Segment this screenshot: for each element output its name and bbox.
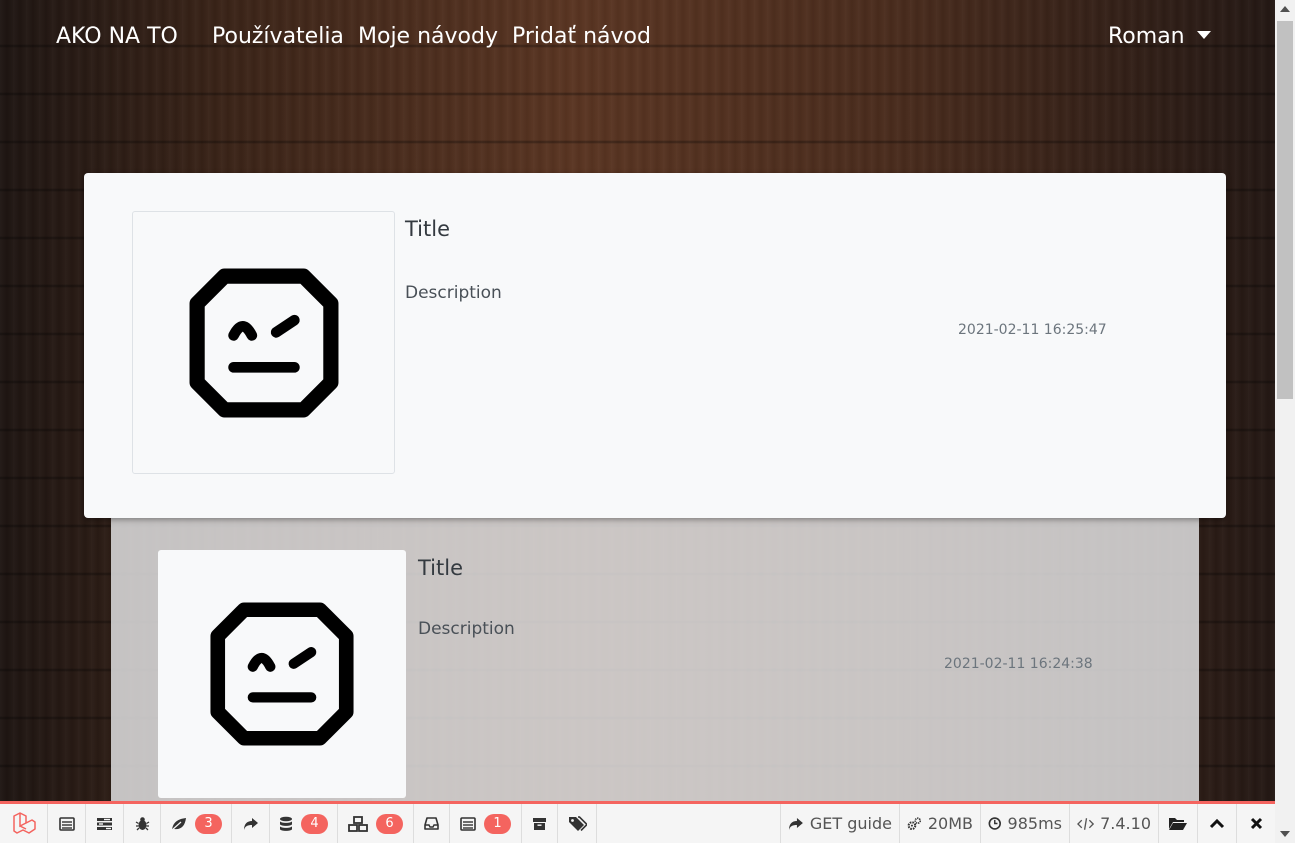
debugbar-route[interactable]: GET guide [780, 804, 899, 843]
robot-face-icon [189, 268, 338, 417]
debugbar-tab-route[interactable] [232, 804, 270, 843]
scrollbar-thumb[interactable] [1277, 21, 1293, 399]
route-label: GET guide [809, 814, 892, 833]
models-count-badge: 6 [376, 813, 403, 834]
queries-count-badge: 4 [301, 813, 328, 834]
debugbar-tab-session[interactable] [522, 804, 558, 843]
laravel-logo-icon [12, 811, 36, 834]
post-card[interactable]: Title Description 2021-02-11 16:25:47 [84, 173, 1226, 518]
request-count-badge: 1 [484, 813, 511, 834]
tags-icon [568, 816, 587, 831]
post-thumbnail[interactable] [158, 550, 406, 798]
close-icon [1250, 817, 1262, 830]
leaf-icon [171, 817, 187, 830]
post-thumbnail[interactable] [132, 211, 395, 474]
scroll-down-icon[interactable] [1280, 831, 1290, 837]
robot-face-icon [210, 602, 354, 746]
debugbar-tab-queries[interactable]: 4 [270, 804, 338, 843]
post-description: Description [418, 619, 515, 639]
timeline-icon [97, 817, 112, 830]
debugbar-tab-views[interactable]: 3 [161, 804, 232, 843]
cogs-icon [907, 816, 922, 830]
nav-link-users[interactable]: Používatelia [212, 24, 344, 49]
debugbar-time: 985ms [980, 804, 1069, 843]
cubes-icon [348, 815, 369, 832]
chevron-up-icon [1209, 818, 1225, 829]
debugbar-logo[interactable] [0, 804, 48, 843]
post-title[interactable]: Title [418, 556, 463, 580]
share-icon [788, 817, 803, 830]
post-date: 2021-02-11 16:25:47 [958, 322, 1107, 338]
debugbar-restore-button[interactable] [1197, 804, 1236, 843]
debugbar-tab-models[interactable]: 6 [338, 804, 414, 843]
debugbar-open-button[interactable] [1158, 804, 1197, 843]
debugbar-memory: 20MB [899, 804, 980, 843]
time-label: 985ms [1007, 814, 1062, 833]
debugbar-tab-messages[interactable] [48, 804, 86, 843]
views-count-badge: 3 [195, 813, 222, 834]
debugbar-tab-tags[interactable] [558, 804, 597, 843]
debugbar-tab-request[interactable]: 1 [450, 804, 522, 843]
user-dropdown[interactable]: Roman [1108, 24, 1211, 49]
share-icon [243, 817, 258, 830]
messages-icon [58, 816, 75, 831]
php-version-label: 7.4.10 [1100, 814, 1151, 833]
database-icon [280, 816, 293, 831]
debugbar-tab-exceptions[interactable] [124, 804, 161, 843]
bug-icon [135, 817, 149, 831]
post-date: 2021-02-11 16:24:38 [944, 656, 1093, 672]
post-title[interactable]: Title [405, 217, 450, 241]
caret-down-icon [1196, 31, 1211, 39]
nav-link-my-guides[interactable]: Moje návody [358, 24, 498, 49]
folder-open-icon [1169, 818, 1187, 830]
brand-link[interactable]: AKO NA TO [56, 24, 178, 49]
debugbar: 3 4 6 1 GET guide 20MB 985ms 7.4.10 [0, 801, 1275, 843]
clock-icon [988, 817, 1001, 830]
code-icon [1077, 817, 1095, 830]
user-name: Roman [1108, 24, 1185, 49]
list-icon [460, 816, 477, 831]
post-card[interactable]: Title Description 2021-02-11 16:24:38 [111, 505, 1199, 803]
memory-label: 20MB [927, 814, 973, 833]
debugbar-close-button[interactable] [1236, 804, 1275, 843]
post-description: Description [405, 283, 502, 303]
nav-link-add-guide[interactable]: Pridať návod [512, 24, 651, 49]
inbox-icon [424, 817, 439, 830]
debugbar-tab-timeline[interactable] [86, 804, 124, 843]
debugbar-php-version: 7.4.10 [1069, 804, 1158, 843]
debugbar-tab-mails[interactable] [414, 804, 450, 843]
navbar: AKO NA TO Používatelia Moje návody Prida… [0, 0, 1275, 76]
scroll-up-icon[interactable] [1280, 6, 1290, 12]
archive-icon [533, 817, 546, 830]
